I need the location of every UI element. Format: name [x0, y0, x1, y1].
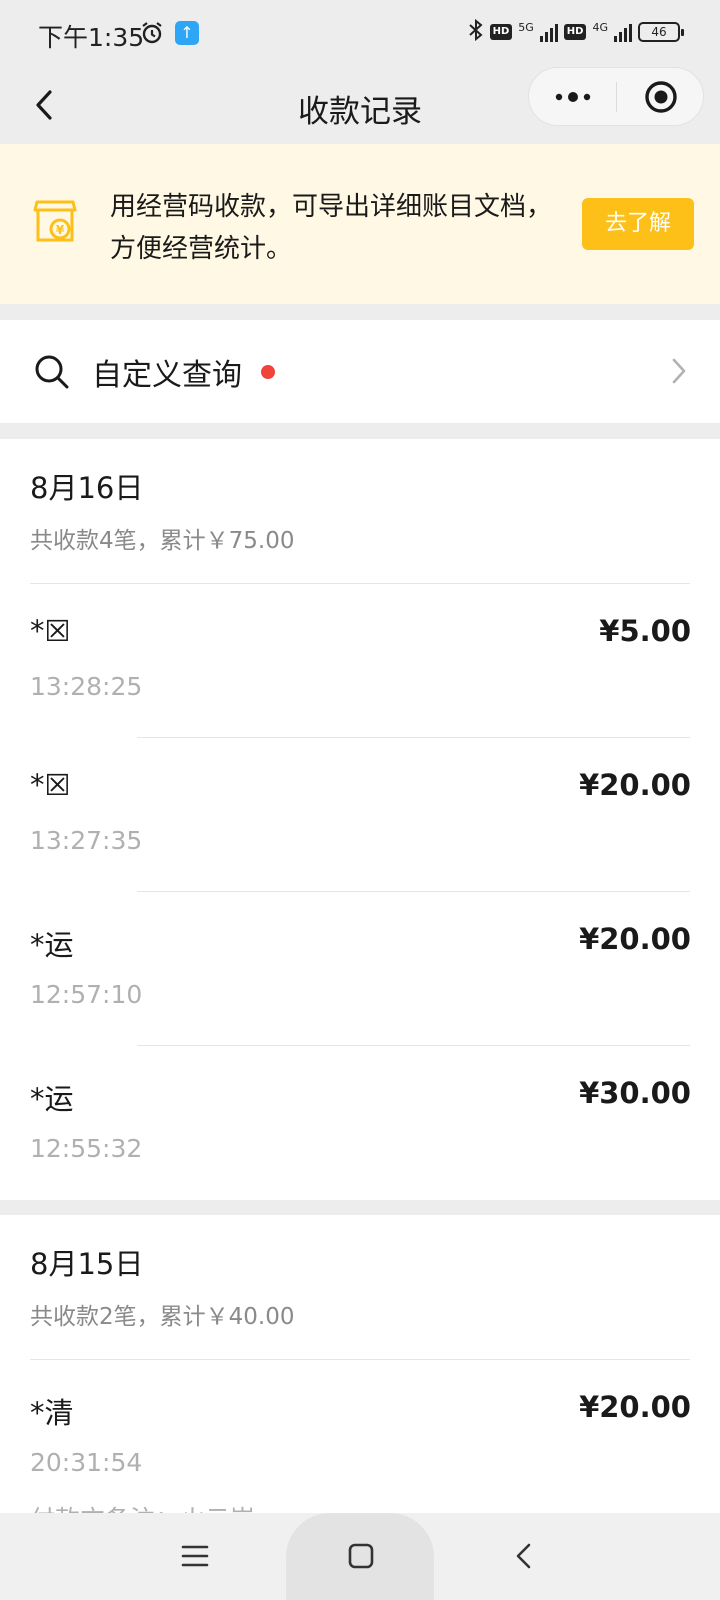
status-bar: 下午1:35 ↑ HD 5G HD 4G 46 [0, 0, 720, 66]
more-button[interactable] [529, 68, 616, 125]
system-back-button[interactable] [510, 1541, 540, 1575]
day-summary: 共收款4笔，累计￥75.00 [30, 528, 295, 554]
shop-qr-icon: ¥ [32, 196, 78, 250]
custom-query-row[interactable]: 自定义查询 [0, 320, 720, 423]
payer-name: *运 [30, 1082, 74, 1116]
chevron-right-icon [670, 356, 688, 390]
payer-name: *☒ [30, 768, 71, 802]
signal-icon-1 [539, 22, 558, 42]
payment-record[interactable]: *清 20:31:54 ¥20.00 付款方备注：火云崽 [0, 1360, 720, 1520]
payment-time: 20:31:54 [30, 1448, 143, 1477]
day-date: 8月16日 [30, 471, 144, 505]
alarm-icon [140, 21, 164, 49]
menu-icon [181, 1545, 209, 1567]
recent-apps-button[interactable] [180, 1541, 210, 1575]
network-type-1: 5G [518, 20, 534, 34]
payer-name: *运 [30, 928, 74, 962]
status-time: 下午1:35 [38, 23, 145, 52]
home-square-icon [348, 1543, 374, 1569]
system-nav-bar [0, 1513, 720, 1600]
payment-time: 13:27:35 [30, 826, 143, 855]
upload-app-icon: ↑ [175, 21, 199, 45]
payment-record[interactable]: *☒ 13:27:35 ¥20.00 [0, 738, 720, 892]
day-group: 8月15日 共收款2笔，累计￥40.00 *清 20:31:54 ¥20.00 … [0, 1215, 720, 1520]
battery-icon: 46 [638, 22, 684, 42]
payment-record[interactable]: *运 12:57:10 ¥20.00 [0, 892, 720, 1046]
hd-badge-1: HD [489, 24, 513, 40]
more-dots-icon [555, 91, 590, 102]
search-icon [34, 354, 70, 394]
day-date: 8月15日 [30, 1247, 144, 1281]
target-close-icon [644, 80, 677, 113]
payment-time: 12:55:32 [30, 1134, 143, 1163]
miniprogram-capsule [528, 67, 704, 126]
payment-amount: ¥20.00 [579, 768, 691, 802]
custom-query-label: 自定义查询 [92, 358, 242, 393]
network-type-2: 4G [592, 20, 608, 34]
signal-icon-2 [614, 22, 632, 42]
svg-text:¥: ¥ [56, 223, 65, 237]
payment-time: 13:28:25 [30, 672, 143, 701]
new-badge-dot [261, 365, 275, 379]
nav-bar: 收款记录 [0, 66, 720, 144]
banner-text: 用经营码收款，可导出详细账目文档，方便经营统计。 [110, 192, 553, 264]
back-chevron-icon [516, 1543, 531, 1569]
payment-record[interactable]: *运 12:55:32 ¥30.00 [0, 1046, 720, 1200]
home-button[interactable] [346, 1541, 376, 1575]
payer-name: *清 [30, 1396, 74, 1430]
day-header: 8月15日 共收款2笔，累计￥40.00 [30, 1241, 294, 1331]
payment-amount: ¥5.00 [599, 614, 691, 648]
payment-amount: ¥30.00 [579, 1076, 691, 1110]
hd-badge-2: HD [563, 24, 587, 40]
payer-name: *☒ [30, 614, 71, 648]
day-header: 8月16日 共收款4笔，累计￥75.00 [30, 465, 294, 555]
payment-amount: ¥20.00 [579, 922, 691, 956]
day-group: 8月16日 共收款4笔，累计￥75.00 *☒ 13:28:25 ¥5.00 *… [0, 439, 720, 1200]
promo-banner: ¥ 用经营码收款，可导出详细账目文档，方便经营统计。 去了解 [0, 144, 720, 304]
learn-more-button[interactable]: 去了解 [582, 198, 694, 250]
payment-time: 12:57:10 [30, 980, 143, 1009]
close-miniprogram-button[interactable] [617, 68, 704, 125]
payment-amount: ¥20.00 [579, 1390, 691, 1424]
payment-record[interactable]: *☒ 13:28:25 ¥5.00 [0, 584, 720, 738]
bluetooth-icon [468, 18, 484, 46]
day-summary: 共收款2笔，累计￥40.00 [30, 1304, 295, 1330]
